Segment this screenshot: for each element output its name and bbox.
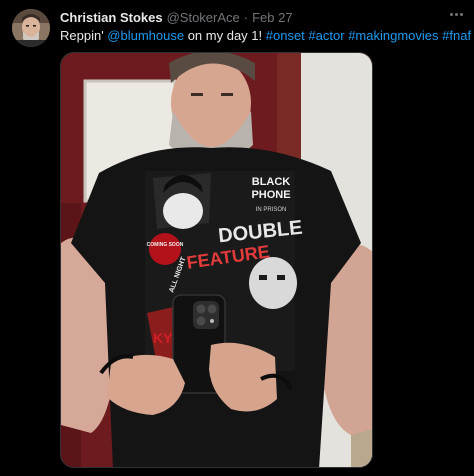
more-options-button[interactable] <box>446 6 466 22</box>
shirt-bottom-text: KY <box>153 330 173 346</box>
tweet[interactable]: Christian Stokes @StokerAce · Feb 27 Rep… <box>0 0 474 476</box>
tweet-media-photo[interactable]: COMING SOON BLACK PHONE IN PRISON DOUBLE… <box>60 52 373 468</box>
separator-dot: · <box>243 9 249 25</box>
tweet-text-middle: on my day 1! <box>184 28 266 43</box>
hashtag-makingmovies[interactable]: #makingmovies <box>348 28 438 43</box>
tweet-header: Christian Stokes @StokerAce · Feb 27 <box>60 8 293 26</box>
avatar-image <box>12 9 50 47</box>
hashtag-onset[interactable]: #onset <box>266 28 305 43</box>
shirt-badge-text: COMING SOON <box>147 242 184 248</box>
display-name[interactable]: Christian Stokes <box>60 10 163 25</box>
mention-link[interactable]: @blumhouse <box>107 28 184 43</box>
tweet-text: Reppin' @blumhouse on my day 1! #onset #… <box>60 27 471 44</box>
shirt-text-in-prison: IN PRISON <box>256 207 287 213</box>
hashtag-fnaf[interactable]: #fnaf <box>442 28 471 43</box>
mirror-selfie-photo: COMING SOON BLACK PHONE IN PRISON DOUBLE… <box>61 53 372 467</box>
avatar[interactable] <box>12 9 50 47</box>
shirt-text-phone: PHONE <box>251 189 290 201</box>
hashtag-actor[interactable]: #actor <box>308 28 344 43</box>
shirt-text-black: BLACK <box>252 176 291 188</box>
post-date[interactable]: Feb 27 <box>252 10 292 25</box>
tweet-text-prefix: Reppin' <box>60 28 108 43</box>
user-handle[interactable]: @StokerAce <box>167 10 240 25</box>
more-horizontal-icon <box>449 12 463 16</box>
